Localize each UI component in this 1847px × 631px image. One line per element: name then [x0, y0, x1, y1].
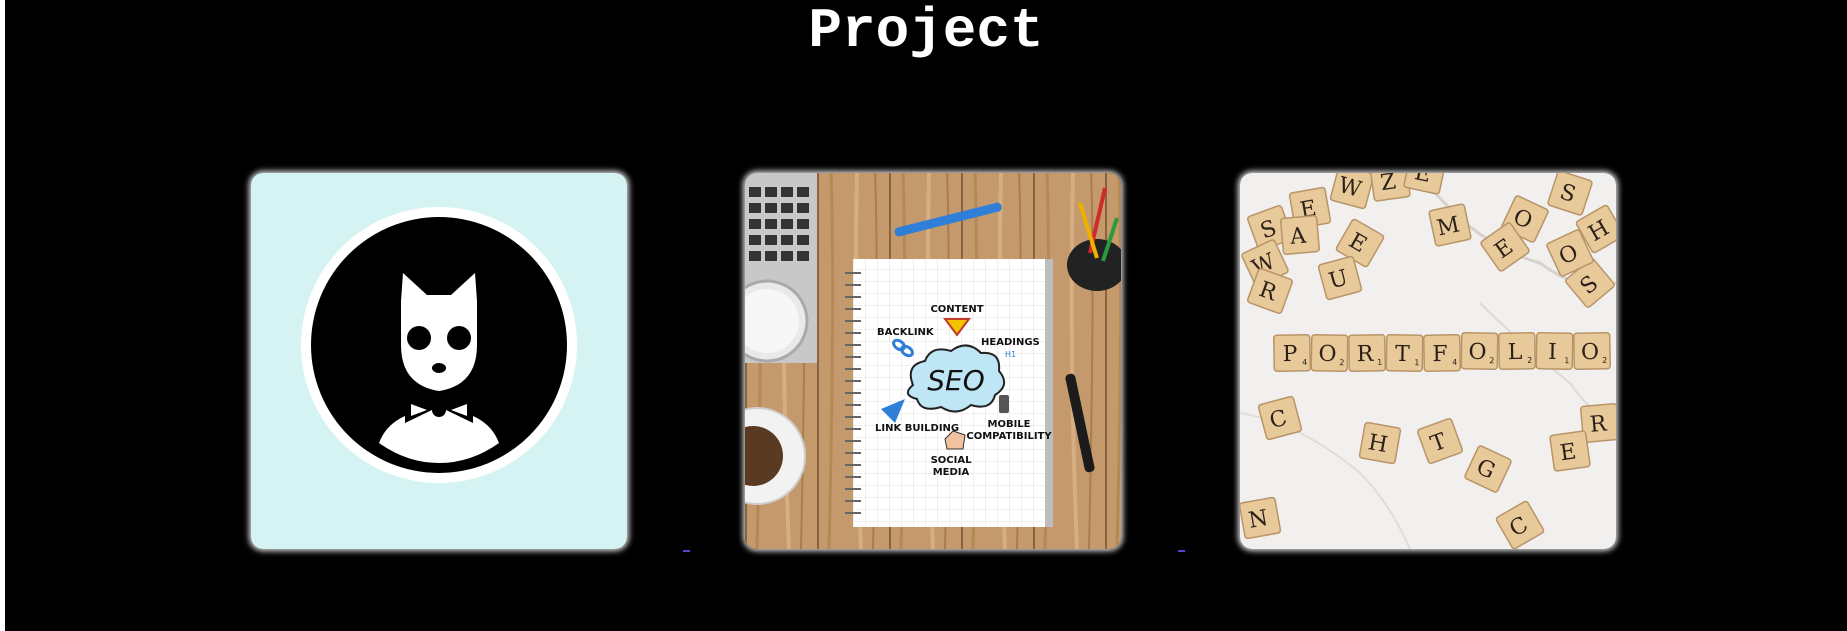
project-card-cat-logo[interactable]	[251, 173, 627, 549]
separator-mark	[683, 550, 690, 552]
svg-text:1: 1	[1564, 356, 1569, 365]
svg-text:1: 1	[1414, 358, 1419, 367]
word-tile: O2	[1460, 331, 1499, 371]
word-tile: L2	[1497, 331, 1537, 371]
svg-text:O: O	[1468, 340, 1486, 365]
project-card-seo-notebook[interactable]: SEO CONTENT BACKLINK HEADINGS LINK BUILD…	[745, 173, 1121, 549]
seo-label-link-building: LINK BUILDING	[875, 423, 959, 434]
heading-tag: H1	[1005, 350, 1016, 359]
svg-text:2: 2	[1602, 356, 1607, 365]
scattered-tile: H	[1358, 421, 1402, 465]
svg-text:Z: Z	[1379, 173, 1398, 196]
page-title: Project	[808, 0, 1044, 63]
project-card-portfolio-tiles[interactable]: P4O2R1T1F4O2L2I1O2 SEWZESHOMEWAEUSRORCHT…	[1240, 173, 1616, 549]
seo-label-media: MEDIA	[933, 467, 970, 478]
scattered-tile: M	[1428, 203, 1472, 247]
word-tile: R1	[1347, 333, 1387, 373]
svg-text:P: P	[1282, 342, 1297, 367]
svg-text:F: F	[1432, 342, 1448, 367]
page: Project SEO CONTENT BACKLINK HEADINGS LI…	[5, 0, 1847, 631]
seo-center-label: SEO	[927, 364, 985, 397]
word-tile: I1	[1535, 331, 1574, 371]
seo-label-mobile: MOBILE	[988, 419, 1031, 430]
svg-text:T: T	[1395, 342, 1410, 367]
svg-text:1: 1	[1377, 358, 1382, 367]
svg-text:O: O	[1581, 340, 1599, 365]
word-tile: F4	[1422, 333, 1462, 373]
seo-label-content: CONTENT	[930, 304, 983, 315]
cat-with-bowtie-icon	[251, 173, 627, 549]
scattered-tile: A	[1279, 214, 1321, 256]
word-tile: T1	[1385, 333, 1424, 373]
svg-text:4: 4	[1302, 358, 1307, 367]
portfolio-word-row: P4O2R1T1F4O2L2I1O2	[1272, 331, 1612, 373]
svg-text:R: R	[1357, 342, 1375, 367]
portfolio-tiles-image: P4O2R1T1F4O2L2I1O2 SEW Z ESHOMEWA EU SRORCH T…	[1240, 173, 1616, 549]
svg-text:2: 2	[1527, 356, 1532, 365]
svg-text:2: 2	[1489, 356, 1494, 365]
seo-label-compatibility: COMPATIBILITY	[966, 431, 1052, 442]
svg-text:I: I	[1548, 340, 1557, 365]
svg-text:O: O	[1318, 342, 1336, 367]
separator-mark	[1178, 550, 1185, 552]
seo-label-headings: HEADINGS	[981, 337, 1040, 348]
scattered-tile: N	[1240, 496, 1282, 540]
svg-text:2: 2	[1339, 358, 1344, 367]
seo-notebook-image: SEO CONTENT BACKLINK HEADINGS LINK BUILD…	[745, 173, 1121, 549]
word-tile: O2	[1310, 333, 1349, 373]
svg-text:L: L	[1508, 340, 1523, 365]
scattered-tile: E	[1549, 430, 1591, 472]
word-tile: P4	[1272, 333, 1312, 373]
word-tile: O2	[1572, 331, 1612, 371]
svg-text:4: 4	[1452, 358, 1457, 367]
seo-label-social: SOCIAL	[931, 455, 973, 466]
seo-label-backlink: BACKLINK	[877, 327, 935, 338]
scattered-tile: Z	[1369, 173, 1411, 202]
svg-text:A: A	[1288, 223, 1308, 249]
